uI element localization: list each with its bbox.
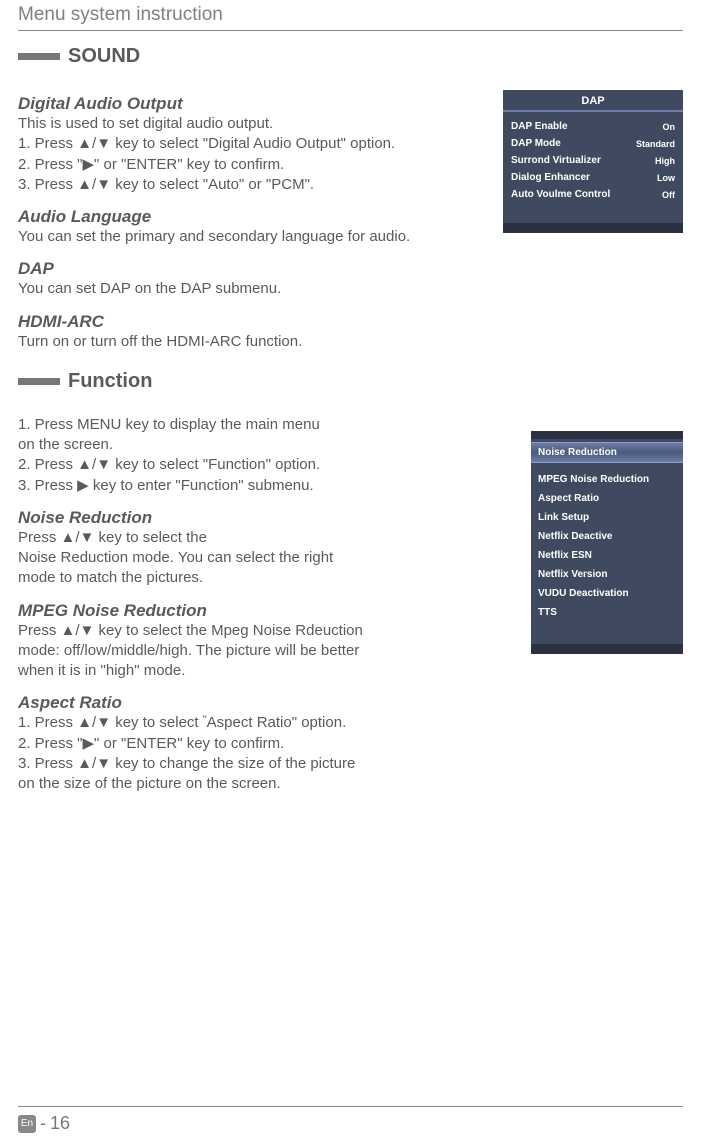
function-item-aspect-ratio[interactable]: Aspect Ratio	[538, 489, 676, 508]
function-item-noise-reduction[interactable]: Noise Reduction	[531, 442, 683, 463]
dap-panel-title: DAP	[503, 90, 683, 112]
text-noise-reduction: Press ▲/▼ key to select the Noise Reduct…	[18, 528, 521, 589]
footer-dash: -	[40, 1113, 46, 1134]
function-item-mpeg[interactable]: MPEG Noise Reduction	[538, 470, 676, 489]
dap-row-value: Standard	[636, 139, 675, 149]
dap-row-value: Low	[657, 173, 675, 183]
text-mpeg-noise-reduction: Press ▲/▼ key to select the Mpeg Noise R…	[18, 621, 521, 682]
footer-divider	[18, 1106, 683, 1107]
dap-row-value: On	[663, 122, 676, 132]
heading-hdmi-arc: HDMI-ARC	[18, 312, 493, 332]
section-title-function: Function	[68, 370, 152, 393]
language-badge: En	[18, 1115, 36, 1133]
dap-row-label: DAP Enable	[511, 121, 568, 132]
function-item-tts[interactable]: TTS	[538, 603, 676, 622]
section-sound: SOUND	[18, 45, 683, 68]
text-audio-language: You can set the primary and secondary la…	[18, 227, 493, 247]
page-number: 16	[50, 1113, 70, 1134]
function-item-netflix-version[interactable]: Netflix Version	[538, 565, 676, 584]
header-divider	[18, 30, 683, 31]
dap-row-surround[interactable]: Surrond Virtualizer High	[511, 152, 675, 169]
heading-noise-reduction: Noise Reduction	[18, 508, 521, 528]
dap-row-value: Off	[662, 190, 675, 200]
dap-row-label: Auto Voulme Control	[511, 189, 610, 200]
function-item-netflix-deactive[interactable]: Netflix Deactive	[538, 527, 676, 546]
dap-menu-panel: DAP DAP Enable On DAP Mode Standard Surr…	[503, 90, 683, 352]
heading-digital-audio-output: Digital Audio Output	[18, 94, 493, 114]
function-item-link-setup[interactable]: Link Setup	[538, 508, 676, 527]
dap-row-enable[interactable]: DAP Enable On	[511, 118, 675, 135]
function-item-netflix-esn[interactable]: Netflix ESN	[538, 546, 676, 565]
section-marker-icon	[18, 53, 60, 60]
function-menu-panel: Noise Reduction MPEG Noise Reduction Asp…	[531, 431, 683, 795]
dap-row-auto-volume[interactable]: Auto Voulme Control Off	[511, 186, 675, 203]
heading-aspect-ratio: Aspect Ratio	[18, 693, 521, 713]
function-panel-header	[531, 431, 683, 439]
text-function-intro: 1. Press MENU key to display the main me…	[18, 415, 521, 496]
text-hdmi-arc: Turn on or turn off the HDMI-ARC functio…	[18, 332, 493, 352]
section-title-sound: SOUND	[68, 45, 140, 68]
text-digital-audio-output: This is used to set digital audio output…	[18, 114, 493, 195]
section-function: Function	[18, 370, 683, 393]
dap-row-value: High	[655, 156, 675, 166]
heading-audio-language: Audio Language	[18, 207, 493, 227]
function-item-vudu-deactivation[interactable]: VUDU Deactivation	[538, 584, 676, 603]
heading-dap: DAP	[18, 259, 493, 279]
dap-row-label: DAP Mode	[511, 138, 561, 149]
page-header: Menu system instruction	[18, 4, 683, 30]
dap-row-mode[interactable]: DAP Mode Standard	[511, 135, 675, 152]
dap-row-label: Dialog Enhancer	[511, 172, 590, 183]
dap-row-dialog[interactable]: Dialog Enhancer Low	[511, 169, 675, 186]
dap-row-label: Surrond Virtualizer	[511, 155, 601, 166]
dap-panel-footer	[503, 223, 683, 233]
text-aspect-ratio: 1. Press ▲/▼ key to select "Aspect Ratio…	[18, 713, 521, 794]
function-panel-footer	[531, 644, 683, 654]
text-dap: You can set DAP on the DAP submenu.	[18, 279, 493, 299]
page-footer: En - 16	[0, 1106, 701, 1146]
heading-mpeg-noise-reduction: MPEG Noise Reduction	[18, 601, 521, 621]
section-marker-icon	[18, 378, 60, 385]
